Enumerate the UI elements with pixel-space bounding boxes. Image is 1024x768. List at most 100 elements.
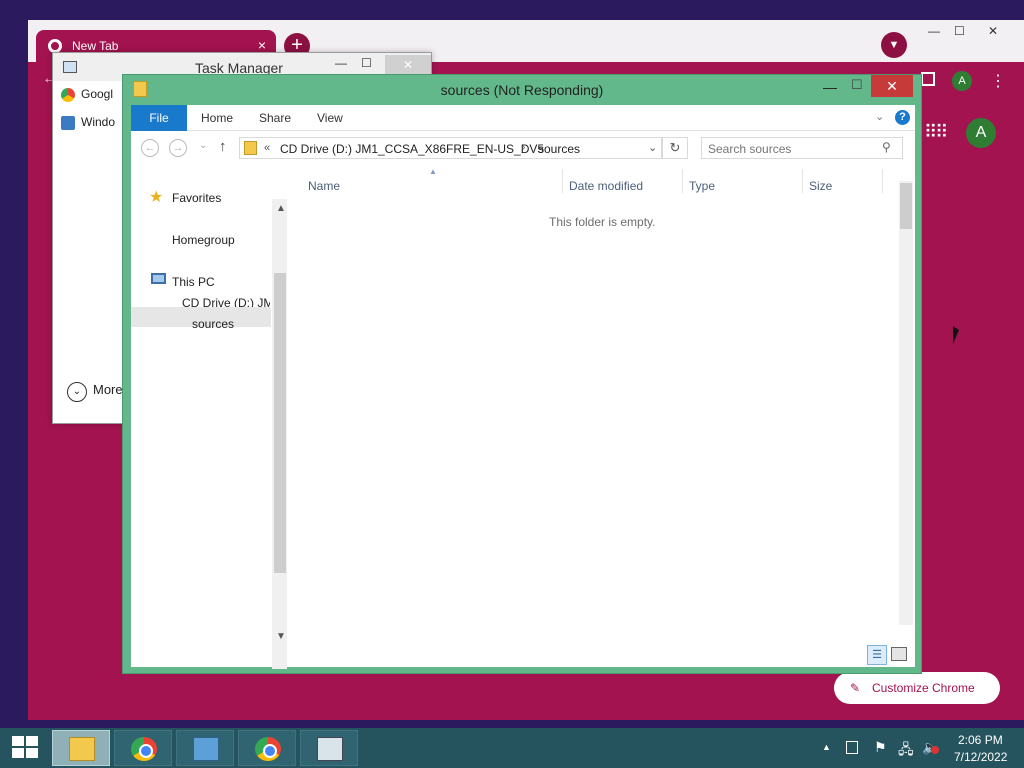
chrome-icon: [131, 737, 157, 761]
back-arrow-icon[interactable]: ←: [141, 139, 159, 157]
taskbar-chrome[interactable]: [114, 730, 172, 766]
breadcrumb-overflow[interactable]: «: [264, 142, 270, 154]
clock-time[interactable]: 2:06 PM: [958, 733, 1003, 747]
taskbar-chrome-profile[interactable]: [238, 730, 296, 766]
minimize-button[interactable]: —: [823, 79, 837, 95]
taskbar: ▲ ⚑ 🖧 🔈 2:06 PM 7/12/2022: [0, 728, 1024, 768]
start-tile: [26, 748, 38, 758]
computer-icon: [151, 273, 166, 284]
column-header-type[interactable]: Type: [689, 179, 715, 193]
taskbar-installer[interactable]: [176, 730, 234, 766]
nav-item-homegroup[interactable]: Homegroup: [172, 233, 235, 247]
column-header-date-modified[interactable]: Date modified: [569, 179, 643, 193]
details-view-icon[interactable]: ☰: [867, 645, 887, 665]
refresh-icon[interactable]: ↻: [662, 137, 688, 159]
windows-start-icon[interactable]: [12, 736, 40, 760]
action-center-flag-icon[interactable]: ⚑: [874, 739, 887, 756]
nav-item-favorites[interactable]: Favorites: [172, 191, 221, 205]
nav-pane-scrollbar-thumb[interactable]: [274, 273, 286, 573]
column-divider[interactable]: [802, 169, 803, 193]
side-panel-icon[interactable]: [921, 72, 935, 86]
task-manager-icon: [317, 737, 343, 761]
up-arrow-icon[interactable]: ↑: [219, 138, 227, 155]
column-divider[interactable]: [562, 169, 563, 193]
apps-grid-icon[interactable]: ⠿⠿: [924, 122, 948, 143]
tab-view[interactable]: View: [317, 105, 343, 131]
column-header-name[interactable]: Name: [308, 179, 340, 193]
more-details-button[interactable]: ⌄ More: [67, 382, 123, 402]
more-vert-icon[interactable]: ⋮: [990, 71, 1006, 91]
column-divider[interactable]: [682, 169, 683, 193]
touch-keyboard-icon[interactable]: [846, 741, 858, 754]
clock-date[interactable]: 7/12/2022: [954, 750, 1007, 764]
address-bar[interactable]: « CD Drive (D:) JM1_CCSA_X86FRE_EN-US_DV…: [239, 137, 662, 159]
content-scrollbar-thumb[interactable]: [900, 183, 912, 229]
empty-folder-message: This folder is empty.: [549, 215, 656, 229]
chrome-close-button[interactable]: ✕: [988, 24, 998, 38]
explorer-titlebar[interactable]: sources (Not Responding) — ☐ ✕: [123, 75, 921, 105]
nav-item-this-pc[interactable]: This PC: [172, 275, 215, 289]
chevron-down-icon[interactable]: ▼: [881, 32, 907, 58]
list-item[interactable]: Windo: [61, 115, 123, 139]
close-icon[interactable]: ×: [258, 37, 266, 53]
search-icon[interactable]: ⚲: [882, 140, 891, 154]
tab-home[interactable]: Home: [201, 105, 233, 131]
chrome-icon: [61, 87, 75, 102]
explorer-window: sources (Not Responding) — ☐ ✕ File Home…: [122, 74, 922, 674]
start-tile: [12, 748, 24, 758]
more-details-label: More: [93, 382, 123, 397]
window-title: sources (Not Responding): [440, 82, 604, 98]
star-icon: ★: [149, 189, 164, 206]
forward-arrow-icon[interactable]: →: [169, 139, 187, 157]
search-box[interactable]: ⚲: [701, 137, 903, 159]
mouse-cursor-icon: [953, 326, 959, 344]
avatar[interactable]: A: [952, 71, 972, 91]
chrome-tab-title: New Tab: [72, 39, 119, 53]
explorer-body: File Home Share View ⌄ ? ← → ⌄ ↑ « CD Dr…: [131, 105, 915, 669]
tab-share[interactable]: Share: [259, 105, 291, 131]
process-name: Windo: [81, 115, 116, 129]
chevron-down-icon[interactable]: ⌄: [648, 141, 657, 154]
tab-file[interactable]: File: [131, 105, 187, 131]
column-divider[interactable]: [882, 169, 883, 193]
task-manager-minimize-button[interactable]: —: [335, 56, 347, 70]
scroll-down-arrow-icon[interactable]: ▼: [276, 631, 286, 642]
chrome-icon: [255, 737, 281, 761]
large-icons-view-icon[interactable]: [891, 647, 907, 661]
chrome-minimize-button[interactable]: —: [928, 24, 940, 38]
folder-icon: [69, 737, 95, 761]
customize-chrome-button[interactable]: ✎ Customize Chrome: [834, 672, 1000, 704]
maximize-button[interactable]: ☐: [851, 77, 863, 93]
chevron-down-icon[interactable]: ⌄: [875, 110, 884, 123]
folder-icon: [244, 141, 257, 155]
installer-icon: [193, 737, 219, 761]
process-name: Googl: [81, 87, 114, 101]
task-manager-close-button[interactable]: ✕: [385, 55, 431, 75]
breadcrumb-separator[interactable]: ›: [522, 142, 525, 153]
mute-badge-icon: [931, 746, 939, 754]
nav-item-sources[interactable]: sources: [192, 317, 234, 331]
start-tile: [26, 736, 38, 746]
customize-chrome-label: Customize Chrome: [872, 681, 975, 695]
chevron-down-icon: ⌄: [67, 382, 87, 402]
scroll-up-arrow-icon[interactable]: ▲: [276, 203, 286, 214]
search-input[interactable]: [708, 141, 868, 157]
sort-ascending-icon: ▲: [429, 167, 437, 176]
close-button[interactable]: ✕: [871, 75, 913, 97]
pencil-icon: ✎: [850, 681, 861, 695]
taskbar-task-manager[interactable]: [300, 730, 358, 766]
chrome-maximize-button[interactable]: ☐: [954, 24, 965, 38]
taskbar-file-explorer[interactable]: [52, 730, 110, 766]
content-scrollbar[interactable]: [899, 181, 913, 625]
network-icon[interactable]: 🖧: [898, 739, 914, 763]
show-hidden-icons-icon[interactable]: ▲: [822, 742, 831, 752]
recent-locations-icon[interactable]: ⌄: [199, 140, 207, 151]
task-manager-maximize-button[interactable]: ☐: [361, 56, 372, 70]
list-item[interactable]: Googl: [61, 87, 123, 111]
profile-avatar[interactable]: A: [966, 118, 996, 148]
column-header-size[interactable]: Size: [809, 179, 832, 193]
start-tile: [12, 736, 24, 746]
breadcrumb-sources[interactable]: sources: [538, 142, 580, 156]
help-icon[interactable]: ?: [895, 110, 910, 125]
breadcrumb-cd-drive[interactable]: CD Drive (D:) JM1_CCSA_X86FRE_EN-US_DV5: [280, 142, 544, 156]
